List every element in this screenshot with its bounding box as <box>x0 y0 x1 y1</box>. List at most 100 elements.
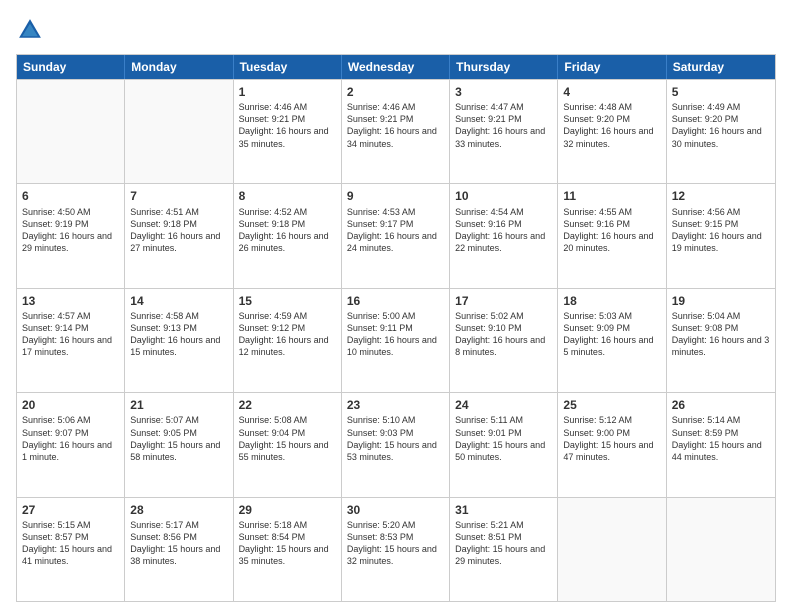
cal-cell <box>667 498 775 601</box>
sun-info: Sunrise: 5:06 AMSunset: 9:07 PMDaylight:… <box>22 414 119 463</box>
cal-cell: 7 Sunrise: 4:51 AMSunset: 9:18 PMDaylight… <box>125 184 233 287</box>
day-number: 11 <box>563 188 660 204</box>
day-number: 21 <box>130 397 227 413</box>
cal-header-saturday: Saturday <box>667 55 775 79</box>
cal-header-friday: Friday <box>558 55 666 79</box>
cal-cell: 29Sunrise: 5:18 AMSunset: 8:54 PMDayligh… <box>234 498 342 601</box>
sun-info: Sunrise: 4:51 AMSunset: 9:18 PMDaylight:… <box>130 206 227 255</box>
cal-cell: 3Sunrise: 4:47 AMSunset: 9:21 PMDaylight… <box>450 80 558 183</box>
sun-info: Sunrise: 5:15 AMSunset: 8:57 PMDaylight:… <box>22 519 119 568</box>
cal-week-3: 13Sunrise: 4:57 AMSunset: 9:14 PMDayligh… <box>17 288 775 392</box>
sun-info: Sunrise: 4:57 AMSunset: 9:14 PMDaylight:… <box>22 310 119 359</box>
day-number: 30 <box>347 502 444 518</box>
page: SundayMondayTuesdayWednesdayThursdayFrid… <box>0 0 792 612</box>
cal-cell: 20Sunrise: 5:06 AMSunset: 9:07 PMDayligh… <box>17 393 125 496</box>
cal-cell: 2Sunrise: 4:46 AMSunset: 9:21 PMDaylight… <box>342 80 450 183</box>
sun-info: Sunrise: 4:48 AMSunset: 9:20 PMDaylight:… <box>563 101 660 150</box>
sun-info: Sunrise: 4:52 AMSunset: 9:18 PMDaylight:… <box>239 206 336 255</box>
day-number: 5 <box>672 84 770 100</box>
header <box>16 16 776 44</box>
cal-cell: 1Sunrise: 4:46 AMSunset: 9:21 PMDaylight… <box>234 80 342 183</box>
sun-info: Sunrise: 5:12 AMSunset: 9:00 PMDaylight:… <box>563 414 660 463</box>
sun-info: Sunrise: 4:46 AMSunset: 9:21 PMDaylight:… <box>347 101 444 150</box>
cal-week-5: 27Sunrise: 5:15 AMSunset: 8:57 PMDayligh… <box>17 497 775 601</box>
day-number: 3 <box>455 84 552 100</box>
sun-info: Sunrise: 4:55 AMSunset: 9:16 PMDaylight:… <box>563 206 660 255</box>
day-number: 25 <box>563 397 660 413</box>
cal-cell <box>17 80 125 183</box>
sun-info: Sunrise: 5:08 AMSunset: 9:04 PMDaylight:… <box>239 414 336 463</box>
day-number: 24 <box>455 397 552 413</box>
cal-cell <box>125 80 233 183</box>
day-number: 22 <box>239 397 336 413</box>
cal-cell: 11 Sunrise: 4:55 AMSunset: 9:16 PMDayligh… <box>558 184 666 287</box>
cal-cell: 4Sunrise: 4:48 AMSunset: 9:20 PMDaylight… <box>558 80 666 183</box>
sun-info: Sunrise: 5:03 AMSunset: 9:09 PMDaylight:… <box>563 310 660 359</box>
day-number: 7 <box>130 188 227 204</box>
day-number: 1 <box>239 84 336 100</box>
sun-info: Sunrise: 5:11 AMSunset: 9:01 PMDaylight:… <box>455 414 552 463</box>
sun-info: Sunrise: 5:00 AMSunset: 9:11 PMDaylight:… <box>347 310 444 359</box>
cal-cell: 8 Sunrise: 4:52 AMSunset: 9:18 PMDaylight… <box>234 184 342 287</box>
cal-cell: 31Sunrise: 5:21 AMSunset: 8:51 PMDayligh… <box>450 498 558 601</box>
cal-week-1: 1Sunrise: 4:46 AMSunset: 9:21 PMDaylight… <box>17 79 775 183</box>
sun-info: Sunrise: 5:17 AMSunset: 8:56 PMDaylight:… <box>130 519 227 568</box>
calendar: SundayMondayTuesdayWednesdayThursdayFrid… <box>16 54 776 602</box>
day-number: 8 <box>239 188 336 204</box>
cal-cell: 10 Sunrise: 4:54 AMSunset: 9:16 PMDayligh… <box>450 184 558 287</box>
cal-header-monday: Monday <box>125 55 233 79</box>
day-number: 29 <box>239 502 336 518</box>
sun-info: Sunrise: 4:47 AMSunset: 9:21 PMDaylight:… <box>455 101 552 150</box>
sun-info: Sunrise: 5:14 AMSunset: 8:59 PMDaylight:… <box>672 414 770 463</box>
day-number: 12 <box>672 188 770 204</box>
cal-cell: 24Sunrise: 5:11 AMSunset: 9:01 PMDayligh… <box>450 393 558 496</box>
cal-cell: 19Sunrise: 5:04 AMSunset: 9:08 PMDayligh… <box>667 289 775 392</box>
cal-cell: 6Sunrise: 4:50 AMSunset: 9:19 PMDaylight… <box>17 184 125 287</box>
cal-cell: 28Sunrise: 5:17 AMSunset: 8:56 PMDayligh… <box>125 498 233 601</box>
sun-info: Sunrise: 5:18 AMSunset: 8:54 PMDaylight:… <box>239 519 336 568</box>
cal-cell: 23Sunrise: 5:10 AMSunset: 9:03 PMDayligh… <box>342 393 450 496</box>
cal-header-tuesday: Tuesday <box>234 55 342 79</box>
cal-cell: 15Sunrise: 4:59 AMSunset: 9:12 PMDayligh… <box>234 289 342 392</box>
cal-cell: 25Sunrise: 5:12 AMSunset: 9:00 PMDayligh… <box>558 393 666 496</box>
sun-info: Sunrise: 4:46 AMSunset: 9:21 PMDaylight:… <box>239 101 336 150</box>
day-number: 10 <box>455 188 552 204</box>
day-number: 2 <box>347 84 444 100</box>
sun-info: Sunrise: 5:02 AMSunset: 9:10 PMDaylight:… <box>455 310 552 359</box>
sun-info: Sunrise: 5:04 AMSunset: 9:08 PMDaylight:… <box>672 310 770 359</box>
calendar-header-row: SundayMondayTuesdayWednesdayThursdayFrid… <box>17 55 775 79</box>
cal-week-4: 20Sunrise: 5:06 AMSunset: 9:07 PMDayligh… <box>17 392 775 496</box>
sun-info: Sunrise: 5:20 AMSunset: 8:53 PMDaylight:… <box>347 519 444 568</box>
day-number: 31 <box>455 502 552 518</box>
day-number: 23 <box>347 397 444 413</box>
cal-cell: 18Sunrise: 5:03 AMSunset: 9:09 PMDayligh… <box>558 289 666 392</box>
day-number: 13 <box>22 293 119 309</box>
sun-info: Sunrise: 4:59 AMSunset: 9:12 PMDaylight:… <box>239 310 336 359</box>
sun-info: Sunrise: 5:10 AMSunset: 9:03 PMDaylight:… <box>347 414 444 463</box>
cal-cell: 22Sunrise: 5:08 AMSunset: 9:04 PMDayligh… <box>234 393 342 496</box>
cal-cell: 12 Sunrise: 4:56 AMSunset: 9:15 PMDayligh… <box>667 184 775 287</box>
day-number: 4 <box>563 84 660 100</box>
day-number: 19 <box>672 293 770 309</box>
cal-header-wednesday: Wednesday <box>342 55 450 79</box>
day-number: 17 <box>455 293 552 309</box>
day-number: 20 <box>22 397 119 413</box>
cal-cell: 17Sunrise: 5:02 AMSunset: 9:10 PMDayligh… <box>450 289 558 392</box>
calendar-body: 1Sunrise: 4:46 AMSunset: 9:21 PMDaylight… <box>17 79 775 601</box>
sun-info: Sunrise: 4:54 AMSunset: 9:16 PMDaylight:… <box>455 206 552 255</box>
cal-header-thursday: Thursday <box>450 55 558 79</box>
cal-cell: 14Sunrise: 4:58 AMSunset: 9:13 PMDayligh… <box>125 289 233 392</box>
day-number: 9 <box>347 188 444 204</box>
cal-cell: 13Sunrise: 4:57 AMSunset: 9:14 PMDayligh… <box>17 289 125 392</box>
sun-info: Sunrise: 4:56 AMSunset: 9:15 PMDaylight:… <box>672 206 770 255</box>
sun-info: Sunrise: 4:53 AMSunset: 9:17 PMDaylight:… <box>347 206 444 255</box>
cal-cell: 30Sunrise: 5:20 AMSunset: 8:53 PMDayligh… <box>342 498 450 601</box>
cal-cell: 9 Sunrise: 4:53 AMSunset: 9:17 PMDaylight… <box>342 184 450 287</box>
cal-cell: 16Sunrise: 5:00 AMSunset: 9:11 PMDayligh… <box>342 289 450 392</box>
sun-info: Sunrise: 4:58 AMSunset: 9:13 PMDaylight:… <box>130 310 227 359</box>
sun-info: Sunrise: 5:07 AMSunset: 9:05 PMDaylight:… <box>130 414 227 463</box>
cal-cell: 5Sunrise: 4:49 AMSunset: 9:20 PMDaylight… <box>667 80 775 183</box>
day-number: 26 <box>672 397 770 413</box>
cal-cell: 21Sunrise: 5:07 AMSunset: 9:05 PMDayligh… <box>125 393 233 496</box>
cal-cell: 27Sunrise: 5:15 AMSunset: 8:57 PMDayligh… <box>17 498 125 601</box>
